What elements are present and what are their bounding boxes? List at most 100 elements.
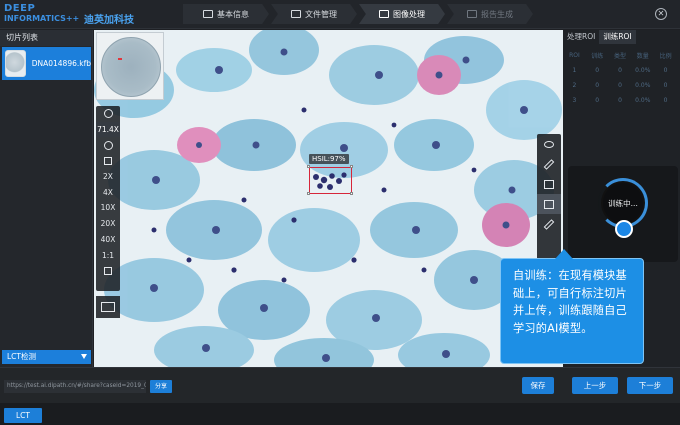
callout-text: 自训练：在现有模块基础上，可自行标注切片并上传，训练跟随自己学习的AI模型。 bbox=[513, 269, 627, 335]
fit-view-button[interactable] bbox=[96, 153, 120, 169]
close-icon: ✕ bbox=[657, 9, 665, 18]
table-cell: 0 bbox=[663, 97, 668, 104]
zoom-out-icon bbox=[103, 140, 113, 150]
next-step-button[interactable]: 下一步 bbox=[627, 377, 673, 394]
slide-list-panel: 切片列表 DNA014896.kfb LCT检测 bbox=[0, 30, 93, 367]
footer-tabs: LCT bbox=[0, 403, 680, 425]
step-report-generation[interactable]: 报告生成 bbox=[447, 4, 533, 24]
column-header: 比例 bbox=[659, 53, 672, 60]
column-header: 训练 bbox=[591, 53, 604, 60]
step-label: 报告生成 bbox=[481, 9, 513, 19]
slide-overview-map[interactable] bbox=[96, 32, 164, 100]
table-cell: 0 bbox=[618, 97, 622, 104]
logo-name: 迪英加科技 bbox=[84, 15, 134, 26]
ruler-icon bbox=[543, 218, 555, 230]
table-cell: 0 bbox=[618, 82, 622, 89]
app-window: DEEP INFORMATICS++ 迪英加科技 基本信息 文件管理 图像处理 … bbox=[0, 0, 680, 425]
annotation-label: HSIL:97% bbox=[309, 154, 349, 164]
eye-icon bbox=[544, 140, 554, 148]
resize-handle[interactable] bbox=[307, 192, 310, 195]
compare-view-button[interactable] bbox=[96, 296, 120, 318]
table-cell: 0.0% bbox=[635, 82, 651, 89]
status-indicator-icon bbox=[615, 220, 633, 238]
training-status-text: 训练中... bbox=[603, 183, 643, 223]
table-cell: 0 bbox=[595, 67, 600, 74]
slide-viewer[interactable]: 71.4X 2X 4X 10X 20X 40X 1:1 HSIL:97% bbox=[94, 30, 563, 367]
table-row[interactable]: 1 0 0 0.0% 0 bbox=[563, 63, 677, 78]
step-basic-info[interactable]: 基本信息 bbox=[183, 4, 269, 24]
table-cell: 1 bbox=[572, 67, 577, 74]
table-header-row: ROI 训练 类型 数量 比例 bbox=[563, 48, 677, 63]
select-tool-button[interactable] bbox=[537, 194, 561, 214]
select-icon bbox=[544, 199, 554, 209]
tab-lct[interactable]: LCT bbox=[4, 408, 42, 423]
resize-handle[interactable] bbox=[307, 165, 310, 168]
roi-annotation-box[interactable] bbox=[309, 167, 352, 194]
step-label: 图像处理 bbox=[393, 9, 425, 19]
overview-slide-image bbox=[101, 37, 161, 97]
zoom-preset-1-1[interactable]: 1:1 bbox=[96, 247, 120, 263]
zoom-preset-2x[interactable]: 2X bbox=[96, 169, 120, 185]
roi-tabs: 处理ROI 训练ROI bbox=[563, 30, 680, 44]
brush-icon bbox=[543, 158, 555, 170]
title-bar: DEEP INFORMATICS++ 迪英加科技 基本信息 文件管理 图像处理 … bbox=[0, 0, 680, 29]
roi-table: ROI 训练 类型 数量 比例 1 0 0 0.0% 0 2 0 0 0.0% … bbox=[563, 48, 677, 108]
fit-screen-icon bbox=[104, 156, 112, 165]
column-header: 类型 bbox=[613, 53, 626, 60]
tab-training-roi[interactable]: 训练ROI bbox=[599, 30, 636, 44]
zoom-preset-10x[interactable]: 10X bbox=[96, 200, 120, 216]
column-header: ROI bbox=[569, 52, 580, 59]
step-image-processing[interactable]: 图像处理 bbox=[359, 4, 445, 24]
resize-handle[interactable] bbox=[350, 165, 353, 168]
fullscreen-icon bbox=[104, 266, 112, 275]
table-cell: 0 bbox=[618, 67, 622, 74]
feature-callout: 自训练：在现有模块基础上，可自行标注切片并上传，训练跟随自己学习的AI模型。 bbox=[500, 249, 644, 364]
toggle-visibility-button[interactable] bbox=[537, 134, 561, 154]
overview-position-marker bbox=[118, 58, 122, 60]
table-cell: 0.0% bbox=[635, 67, 651, 74]
image-icon bbox=[379, 10, 389, 18]
slide-thumbnail bbox=[5, 50, 26, 77]
step-file-management[interactable]: 文件管理 bbox=[271, 4, 357, 24]
table-row[interactable]: 3 0 0 0.0% 0 bbox=[563, 93, 677, 108]
zoom-in-button[interactable] bbox=[96, 106, 120, 122]
share-url-field[interactable]: https://test.ai.dipath.cn/#/share?caseid… bbox=[4, 380, 146, 393]
logo-line1: DEEP bbox=[4, 3, 36, 14]
share-button[interactable]: 分享 bbox=[150, 380, 172, 393]
report-icon bbox=[467, 10, 477, 18]
table-row[interactable]: 2 0 0 0.0% 0 bbox=[563, 78, 677, 93]
table-cell: 0 bbox=[595, 97, 600, 104]
step-label: 文件管理 bbox=[305, 9, 337, 19]
document-icon bbox=[203, 10, 213, 18]
rectangle-icon bbox=[544, 179, 554, 189]
slide-list-item[interactable]: DNA014896.kfb bbox=[2, 47, 91, 80]
tab-processing-roi[interactable]: 处理ROI bbox=[563, 30, 599, 44]
slide-list-title: 切片列表 bbox=[0, 30, 92, 46]
rectangle-tool-button[interactable] bbox=[537, 174, 561, 194]
fullscreen-button[interactable] bbox=[96, 263, 120, 279]
table-cell: 3 bbox=[572, 97, 577, 104]
ruler-tool-button[interactable] bbox=[537, 214, 561, 234]
zoom-out-button[interactable] bbox=[96, 137, 120, 153]
table-cell: 0 bbox=[663, 67, 668, 74]
brush-tool-button[interactable] bbox=[537, 154, 561, 174]
bottom-action-bar: https://test.ai.dipath.cn/#/share?caseid… bbox=[0, 367, 680, 403]
table-cell: 2 bbox=[572, 82, 577, 89]
close-button[interactable]: ✕ bbox=[655, 8, 667, 20]
table-cell: 0.0% bbox=[635, 97, 651, 104]
zoom-toolbar: 71.4X 2X 4X 10X 20X 40X 1:1 bbox=[96, 106, 120, 291]
company-logo: DEEP INFORMATICS++ 迪英加科技 bbox=[4, 3, 144, 27]
zoom-in-icon bbox=[103, 109, 113, 119]
resize-handle[interactable] bbox=[350, 192, 353, 195]
zoom-preset-4x[interactable]: 4X bbox=[96, 184, 120, 200]
model-dropdown-value: LCT检测 bbox=[7, 352, 36, 361]
zoom-preset-40x[interactable]: 40X bbox=[96, 232, 120, 248]
save-button[interactable]: 保存 bbox=[522, 377, 554, 394]
compare-icon bbox=[101, 302, 115, 312]
model-dropdown[interactable]: LCT检测 bbox=[2, 350, 91, 364]
previous-step-button[interactable]: 上一步 bbox=[572, 377, 618, 394]
cytology-image bbox=[94, 30, 563, 367]
table-cell: 0 bbox=[595, 82, 600, 89]
slide-name: DNA014896.kfb bbox=[31, 59, 91, 68]
zoom-preset-20x[interactable]: 20X bbox=[96, 216, 120, 232]
